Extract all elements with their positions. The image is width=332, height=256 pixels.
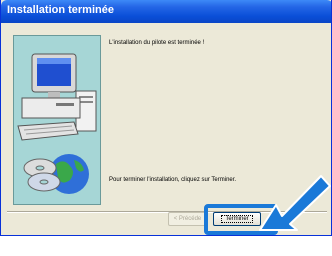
pointer-arrow-icon [259, 175, 331, 231]
